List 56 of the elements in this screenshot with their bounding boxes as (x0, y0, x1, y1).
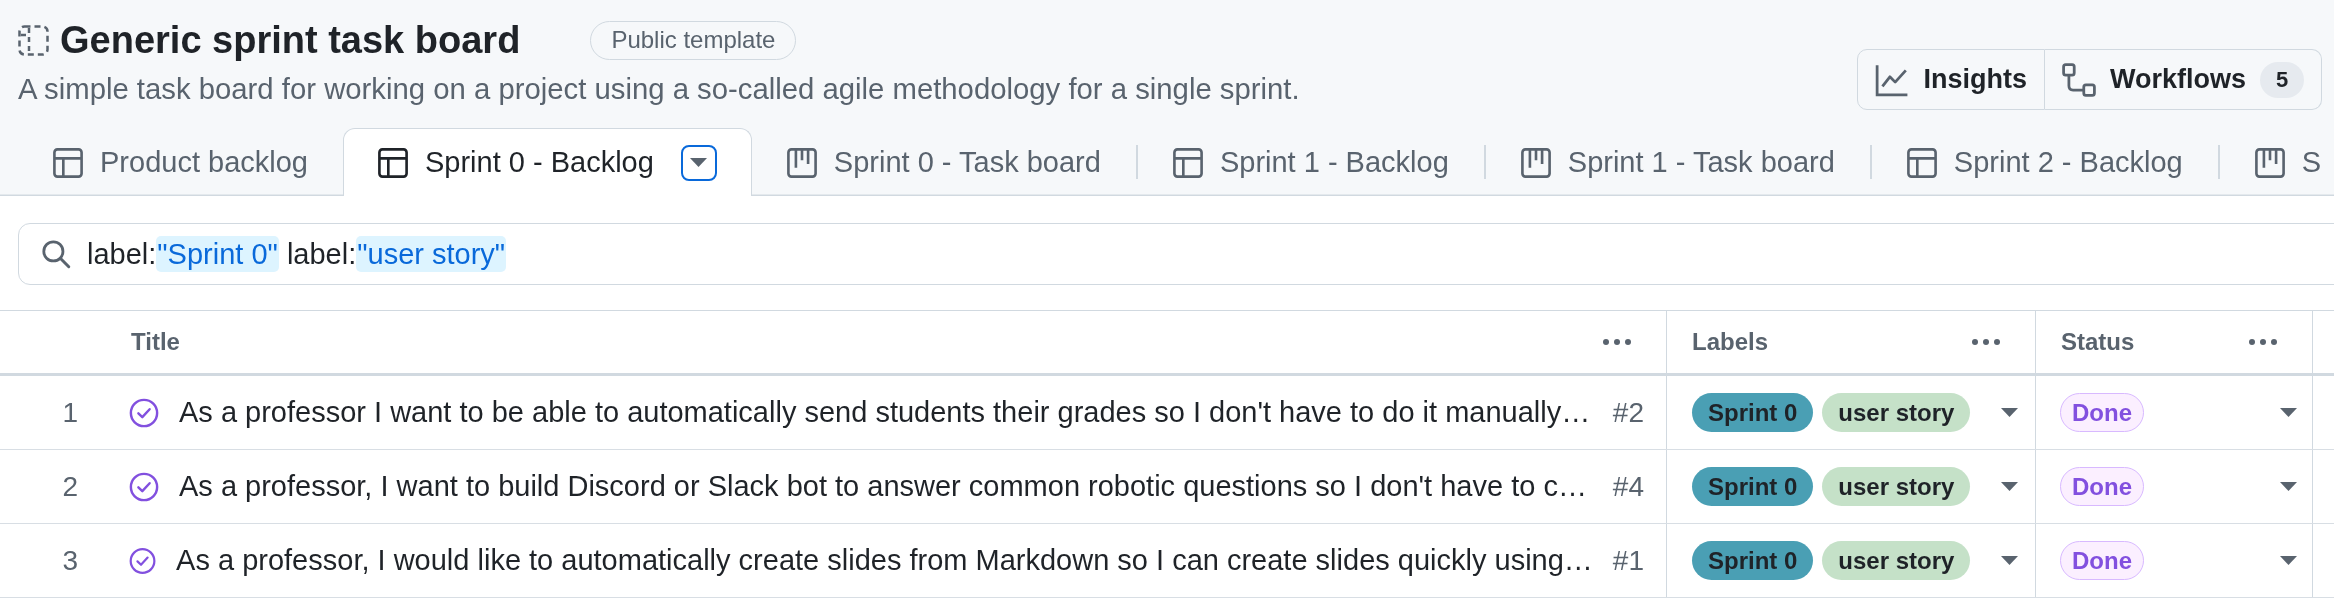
view-tab[interactable]: S (2219, 128, 2334, 196)
caret-icon[interactable] (2001, 556, 2018, 565)
table-icon (1906, 147, 1937, 178)
workflow-icon (2062, 62, 2096, 97)
search-icon (41, 239, 71, 269)
issue-title[interactable]: As a professor, I want to build Discord or Slack bot to answer common robotic questions so I don't have to c… (179, 470, 1593, 503)
workflow-count: 5 (2260, 61, 2304, 98)
caret-icon[interactable] (2001, 408, 2018, 417)
row-number: 2 (62, 470, 78, 503)
dashed-table-icon (18, 24, 49, 56)
issue-number: #2 (1612, 396, 1644, 429)
caret-icon[interactable] (2280, 556, 2297, 565)
view-tab[interactable]: Sprint 2 - Backlog (1871, 128, 2218, 196)
project-description: A simple task board for working on a project using a so-called agile methodology for a single sprint. (18, 72, 1300, 106)
line-graph-icon (1875, 62, 1910, 97)
table-icon (53, 147, 83, 178)
view-tab[interactable]: Sprint 1 - Backlog (1137, 128, 1484, 196)
project-title: Generic sprint task board (60, 18, 521, 62)
board-icon (786, 147, 817, 178)
label-tag: Sprint 0 (1692, 393, 1814, 432)
view-tab[interactable]: Sprint 0 - Task board (751, 128, 1136, 196)
table-icon (377, 147, 408, 178)
filter-field[interactable]: label:"Sprint 0" label:"user story" (18, 223, 2334, 285)
board-icon (2254, 147, 2285, 178)
workflows-button[interactable]: Workflows 5 (2045, 49, 2322, 110)
status-tag: Done (2060, 467, 2144, 506)
table-icon (1172, 147, 1203, 178)
row-number: 1 (62, 396, 78, 429)
label-tag: Sprint 0 (1692, 467, 1814, 506)
caret-icon[interactable] (2001, 482, 2018, 491)
row-number: 3 (62, 544, 78, 577)
label-tag: user story (1822, 467, 1971, 506)
view-tab[interactable]: Sprint 0 - Backlog (342, 128, 752, 196)
view-tab[interactable]: Sprint 1 - Task board (1485, 128, 1870, 196)
view-tab[interactable]: Product backlog (18, 128, 343, 196)
issue-title[interactable]: As a professor I want to be able to automatically send students their grades so I don't have to do it manually… (179, 396, 1593, 429)
issue-number: #4 (1612, 470, 1644, 503)
caret-icon[interactable] (2280, 408, 2297, 417)
status-tag: Done (2060, 393, 2144, 432)
view-options-button[interactable] (680, 144, 717, 181)
column-title: Labels (1692, 328, 1769, 356)
more-icon[interactable] (2248, 338, 2278, 346)
column-title: Title (131, 328, 180, 356)
caret-icon[interactable] (690, 158, 708, 167)
more-icon[interactable] (1602, 338, 1632, 346)
label-tag: user story (1822, 541, 1971, 580)
issue-number: #1 (1612, 544, 1644, 577)
label-tag: Sprint 0 (1692, 541, 1814, 580)
caret-icon[interactable] (2280, 482, 2297, 491)
status-tag: Done (2060, 541, 2144, 580)
issue-title[interactable]: As a professor, I would like to automatically create slides from Markdown so I can create slides quickly using… (176, 544, 1593, 577)
more-icon[interactable] (1971, 338, 2001, 346)
insights-button[interactable]: Insights (1857, 49, 2045, 110)
board-icon (1520, 147, 1551, 178)
label-tag: user story (1822, 393, 1971, 432)
column-title: Status (2061, 328, 2135, 356)
